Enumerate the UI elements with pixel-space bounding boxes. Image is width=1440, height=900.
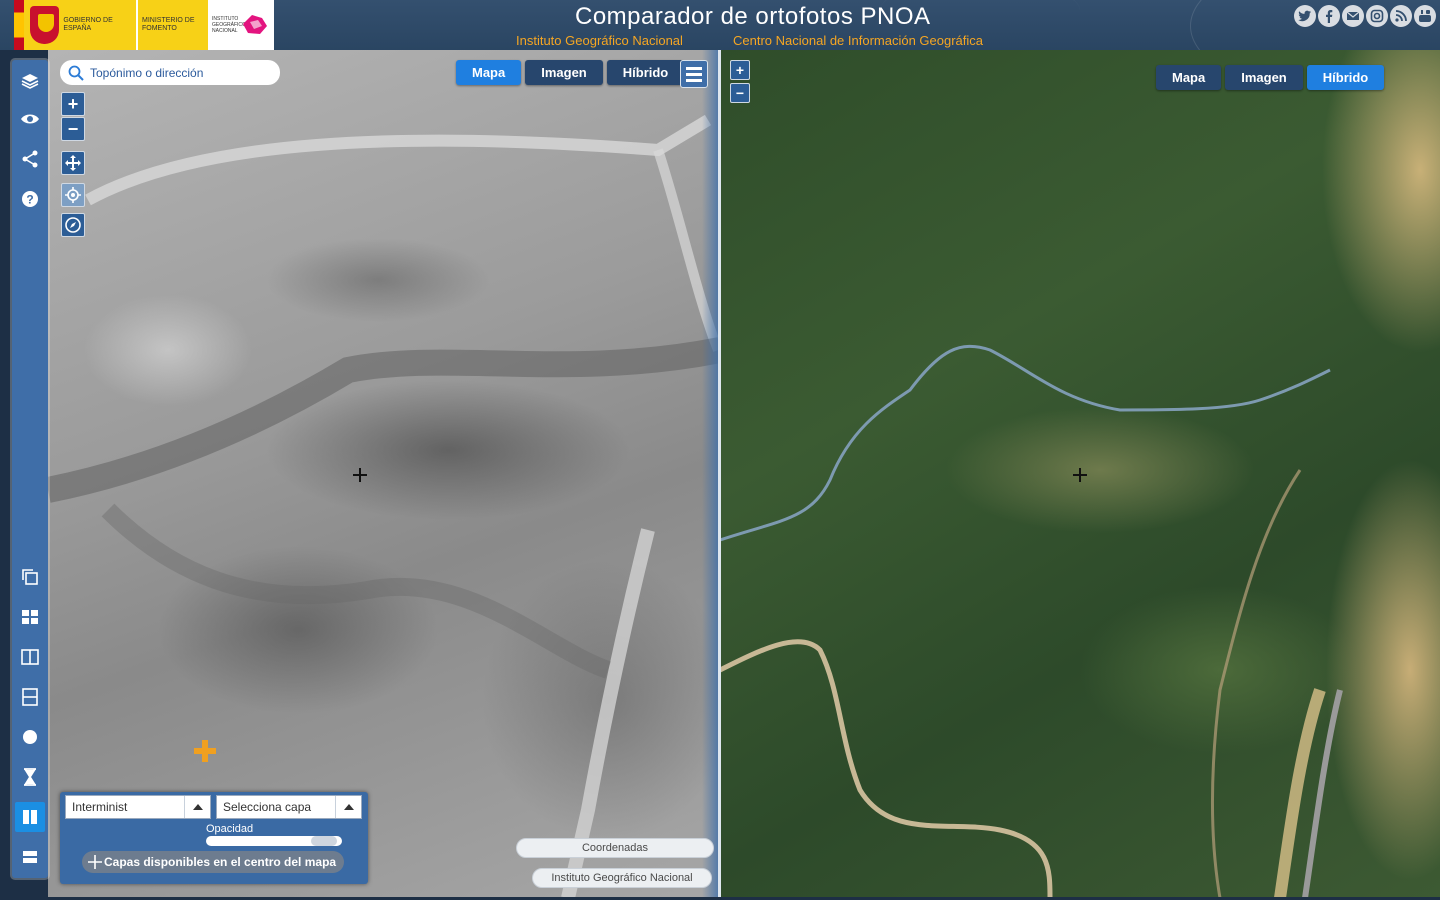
app-header: GOBIERNO DE ESPAÑA MINISTERIO DE FOMENTO…: [0, 0, 1440, 50]
layer-compare-panel: Interminist Selecciona capa Opacidad Cap…: [60, 792, 368, 884]
logo-ministerio: MINISTERIO DE FOMENTO: [138, 0, 208, 50]
compass-icon: [65, 217, 81, 233]
crosshair-icon: [88, 855, 102, 869]
left-toolbar: ?: [12, 60, 48, 878]
available-layers-button[interactable]: Capas disponibles en el centro del mapa: [82, 851, 345, 873]
horizontal-split-tool[interactable]: [15, 682, 45, 712]
coat-of-arms-icon: [30, 6, 60, 44]
opacity-slider-thumb[interactable]: [311, 836, 337, 846]
split-compare-tool[interactable]: [15, 802, 45, 832]
horizontal-split-icon: [22, 688, 38, 706]
layers-icon: [21, 74, 39, 89]
logo-ministerio-text: MINISTERIO DE FOMENTO: [142, 17, 195, 32]
search-box: [60, 60, 280, 85]
four-views-tool[interactable]: [15, 602, 45, 632]
available-layers-label: Capas disponibles en el centro del mapa: [104, 855, 337, 869]
opacity-label: Opacidad: [206, 823, 254, 835]
full-extent-button[interactable]: [61, 151, 85, 175]
help-icon: ?: [22, 191, 38, 207]
instagram-icon[interactable]: [1366, 5, 1388, 27]
left-zoom-out-button[interactable]: −: [61, 117, 85, 141]
compare-layer-select-value: Selecciona capa: [223, 800, 312, 814]
search-icon[interactable]: [68, 65, 84, 81]
left-zoom-in-button[interactable]: +: [61, 92, 85, 116]
left-layer-switcher: Mapa Imagen Híbrido: [456, 60, 685, 85]
locate-button[interactable]: [61, 183, 85, 207]
split-divider[interactable]: [718, 50, 721, 898]
caret-up-icon: [184, 796, 210, 818]
layer-select[interactable]: Interminist: [65, 795, 211, 819]
left-map-viewer[interactable]: [48, 50, 720, 898]
timeline-icon: [24, 768, 36, 786]
menu-icon-bar: [686, 78, 702, 82]
copy-layers-tool[interactable]: [15, 562, 45, 592]
stack-tool[interactable]: [15, 842, 45, 872]
right-map-center-crosshair: [1073, 468, 1087, 482]
opacity-slider[interactable]: [206, 836, 342, 846]
share-tool[interactable]: [15, 144, 45, 174]
stack-icon: [23, 851, 37, 863]
social-links: [1294, 5, 1436, 27]
compare-layer-select[interactable]: Selecciona capa: [216, 795, 362, 819]
layers-tool[interactable]: [15, 66, 45, 96]
twitter-icon[interactable]: [1294, 5, 1316, 27]
four-views-icon: [22, 610, 38, 624]
email-icon[interactable]: [1342, 5, 1364, 27]
attribution-label[interactable]: Instituto Geográfico Nacional: [532, 868, 712, 888]
help-tool[interactable]: ?: [15, 184, 45, 214]
svg-text:?: ?: [26, 193, 33, 207]
left-map-center-crosshair: [353, 468, 367, 482]
right-zoom-in-button[interactable]: +: [730, 60, 750, 80]
layer-select-value: Interminist: [72, 800, 128, 814]
menu-button[interactable]: [680, 60, 708, 88]
menu-icon-bar: [686, 66, 702, 70]
lens-tool[interactable]: [15, 722, 45, 752]
timeline-tool[interactable]: [15, 762, 45, 792]
left-layer-mapa[interactable]: Mapa: [456, 60, 522, 85]
share-icon: [22, 150, 38, 168]
copy-layers-icon: [22, 569, 38, 585]
right-layer-switcher: Mapa Imagen Híbrido: [1156, 65, 1385, 90]
orange-marker-icon[interactable]: [194, 740, 216, 762]
rss-icon[interactable]: [1390, 5, 1412, 27]
pan-arrows-icon: [65, 155, 81, 171]
right-layer-imagen[interactable]: Imagen: [1225, 65, 1303, 90]
facebook-icon[interactable]: [1318, 5, 1340, 27]
logo-gobierno-text: GOBIERNO DE ESPAÑA: [63, 17, 113, 32]
split-compare-icon: [23, 810, 37, 824]
visibility-tool[interactable]: [15, 104, 45, 134]
compass-button[interactable]: [61, 213, 85, 237]
page-title: Comparador de ortofotos PNOA: [575, 3, 931, 30]
vertical-split-tool[interactable]: [15, 642, 45, 672]
caret-up-icon: [335, 796, 361, 818]
menu-icon-bar: [686, 72, 702, 76]
government-logos: GOBIERNO DE ESPAÑA MINISTERIO DE FOMENTO…: [14, 0, 274, 50]
eye-icon: [21, 114, 39, 124]
search-input[interactable]: [90, 65, 260, 80]
flag-stripe: [14, 0, 24, 50]
left-layer-hibrido[interactable]: Híbrido: [606, 60, 685, 85]
cnig-logo-icon: [243, 15, 267, 34]
coordinates-button[interactable]: Coordenadas: [516, 838, 714, 858]
youtube-icon[interactable]: [1414, 5, 1436, 27]
logo-gobierno: GOBIERNO DE ESPAÑA: [24, 0, 136, 50]
right-layer-mapa[interactable]: Mapa: [1156, 65, 1222, 90]
ign-link[interactable]: Instituto Geográfico Nacional: [516, 33, 683, 48]
left-layer-imagen[interactable]: Imagen: [525, 60, 603, 85]
right-zoom-out-button[interactable]: −: [730, 83, 750, 103]
vertical-split-icon: [21, 649, 39, 665]
locate-icon: [65, 187, 81, 203]
cnig-link[interactable]: Centro Nacional de Información Geográfic…: [733, 33, 983, 48]
left-map-terrain: [48, 114, 720, 898]
lens-icon: [23, 730, 37, 744]
logo-ign: INSTITUTO GEOGRÁFICO NACIONAL: [208, 0, 274, 50]
right-layer-hibrido[interactable]: Híbrido: [1306, 65, 1385, 90]
